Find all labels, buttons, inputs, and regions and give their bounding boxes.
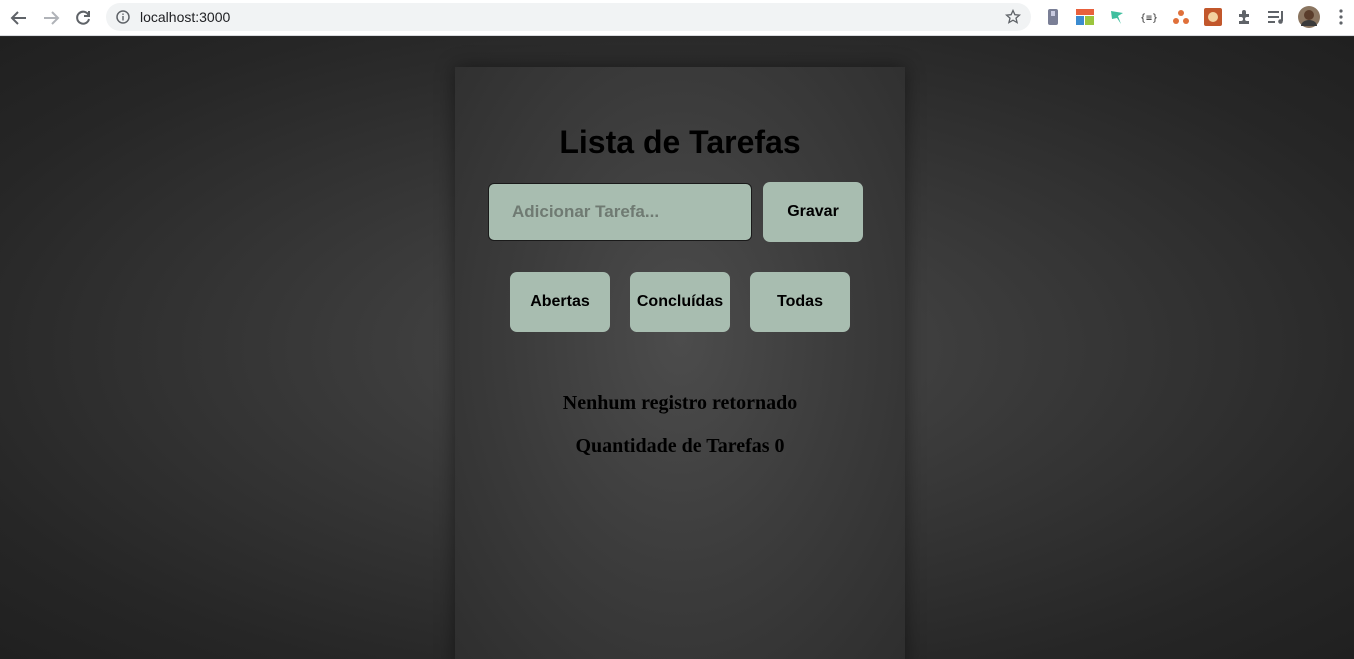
task-count: Quantidade de Tarefas 0 [575, 435, 785, 457]
page-background: Lista de Tarefas [0, 37, 1354, 659]
extension-icon[interactable] [1172, 8, 1190, 26]
menu-icon[interactable] [1332, 8, 1350, 26]
task-input[interactable] [488, 183, 752, 241]
todo-panel: Lista de Tarefas [455, 67, 905, 659]
browser-toolbar: localhost:3000 {≡} [0, 0, 1354, 36]
profile-avatar[interactable] [1298, 6, 1320, 28]
reload-icon[interactable] [71, 6, 95, 30]
filter-open-button[interactable]: Abertas [510, 272, 610, 332]
star-icon[interactable] [1004, 8, 1022, 30]
page-title: Lista de Tarefas [559, 124, 801, 160]
save-button[interactable]: Gravar [763, 182, 863, 242]
extension-icon[interactable] [1204, 8, 1222, 26]
empty-message: Nenhum registro retornado [562, 392, 798, 414]
extension-icon[interactable] [1076, 8, 1094, 26]
address-bar[interactable]: localhost:3000 [106, 3, 1031, 31]
filter-completed-button[interactable]: Concluídas [630, 272, 730, 332]
extension-icon[interactable] [1108, 8, 1126, 26]
extension-icon[interactable] [1044, 8, 1062, 26]
filter-all-button[interactable]: Todas [750, 272, 850, 332]
svg-text:{≡}: {≡} [1140, 13, 1158, 23]
forward-icon[interactable] [39, 6, 63, 30]
url-text: localhost:3000 [140, 9, 231, 25]
info-icon[interactable] [116, 10, 130, 29]
extension-icon[interactable]: {≡} [1140, 8, 1158, 26]
media-icon[interactable] [1268, 8, 1286, 26]
puzzle-icon[interactable] [1236, 8, 1254, 26]
back-icon[interactable] [7, 6, 31, 30]
